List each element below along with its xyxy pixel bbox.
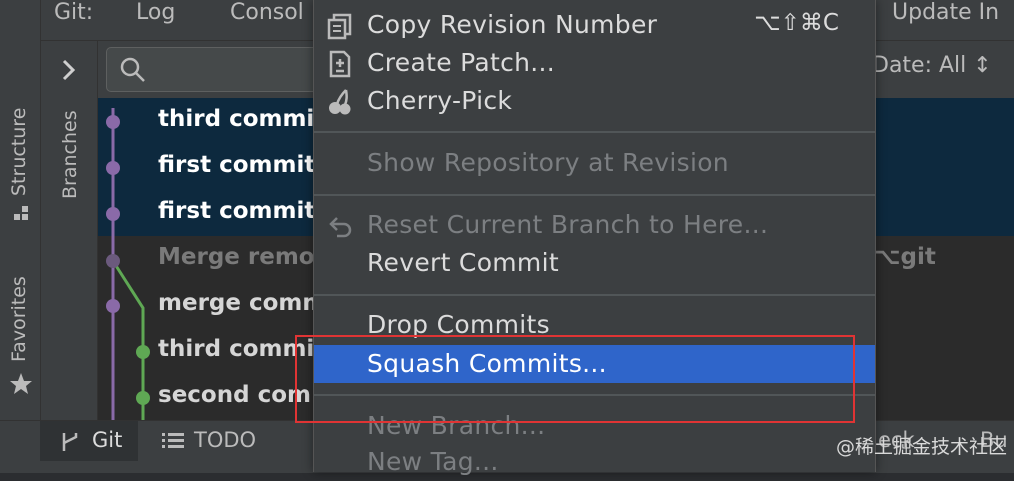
commit-node <box>106 161 120 175</box>
menu-item-label: Create Patch... <box>367 48 556 77</box>
commit-ref-label: ⌥git <box>874 244 936 270</box>
watermark: @稀土掘金技术社区 <box>836 436 1008 458</box>
branches-panel-strip: Branches <box>41 41 98 420</box>
commit-node <box>106 254 120 268</box>
tab-update-info[interactable]: Update In <box>892 0 999 30</box>
menu-item-label: Show Repository at Revision <box>367 148 729 177</box>
menu-item-new-tag[interactable]: New Tag... <box>314 443 875 481</box>
structure-tool-button[interactable]: Structure <box>8 108 30 196</box>
commit-message: Merge remo <box>158 244 315 270</box>
menu-separator <box>314 194 875 196</box>
todo-tab-label: TODO <box>194 428 257 452</box>
commit-message: second com <box>158 382 311 408</box>
commit-node <box>136 391 150 405</box>
branches-toggle[interactable]: Branches <box>59 110 81 199</box>
menu-item-cherry-pick[interactable]: Cherry-Pick <box>314 82 875 120</box>
git-toolwindow-title: Git: <box>54 0 94 25</box>
left-tool-strip: Structure Favorites <box>0 0 41 420</box>
chevron-right-icon[interactable] <box>59 57 79 83</box>
commit-node <box>136 345 150 359</box>
star-icon <box>10 373 32 394</box>
git-branch-icon <box>62 433 78 451</box>
annotation-highlight-box <box>295 335 855 423</box>
structure-icon <box>14 206 28 220</box>
git-tool-tab[interactable]: Git <box>40 421 138 461</box>
undo-icon <box>329 217 352 238</box>
menu-separator <box>314 294 875 296</box>
list-icon <box>162 433 184 448</box>
commit-message: first commit <box>158 152 316 178</box>
tab-log[interactable]: Log <box>136 0 175 30</box>
git-tab-label: Git <box>92 428 123 452</box>
menu-item-shortcut: ⌥⇧⌘C <box>754 10 839 36</box>
commit-message: merge comm <box>158 290 327 316</box>
menu-item-revert-commit[interactable]: Revert Commit <box>314 244 875 282</box>
patch-icon <box>329 50 351 78</box>
commit-node <box>106 207 120 221</box>
search-icon <box>120 57 145 82</box>
menu-item-label: Copy Revision Number <box>367 10 658 39</box>
commit-graph <box>106 108 150 420</box>
commit-message: third commi <box>158 336 315 362</box>
commit-node <box>106 115 120 129</box>
date-filter-dropdown[interactable]: Date: All ↕ <box>872 53 992 78</box>
commit-node <box>106 299 120 313</box>
menu-item-create-patch[interactable]: Create Patch... <box>314 44 875 82</box>
menu-item-reset-current-branch[interactable]: Reset Current Branch to Here... <box>314 206 875 244</box>
menu-item-show-repository-at-revision[interactable]: Show Repository at Revision <box>314 144 875 182</box>
menu-item-label: Revert Commit <box>367 248 559 277</box>
commit-message: first commit <box>158 198 316 224</box>
copy-icon <box>327 13 352 40</box>
menu-item-copy-revision-number[interactable]: Copy Revision Number ⌥⇧⌘C <box>314 6 875 44</box>
commit-message: third commi <box>158 106 315 132</box>
cherry-icon <box>329 89 351 115</box>
tab-console[interactable]: Consol <box>230 0 304 30</box>
favorites-tool-button[interactable]: Favorites <box>8 276 30 362</box>
search-input[interactable] <box>106 47 328 92</box>
menu-separator <box>314 131 875 133</box>
menu-item-label: Reset Current Branch to Here... <box>367 210 769 239</box>
menu-item-label: Cherry-Pick <box>367 86 513 115</box>
